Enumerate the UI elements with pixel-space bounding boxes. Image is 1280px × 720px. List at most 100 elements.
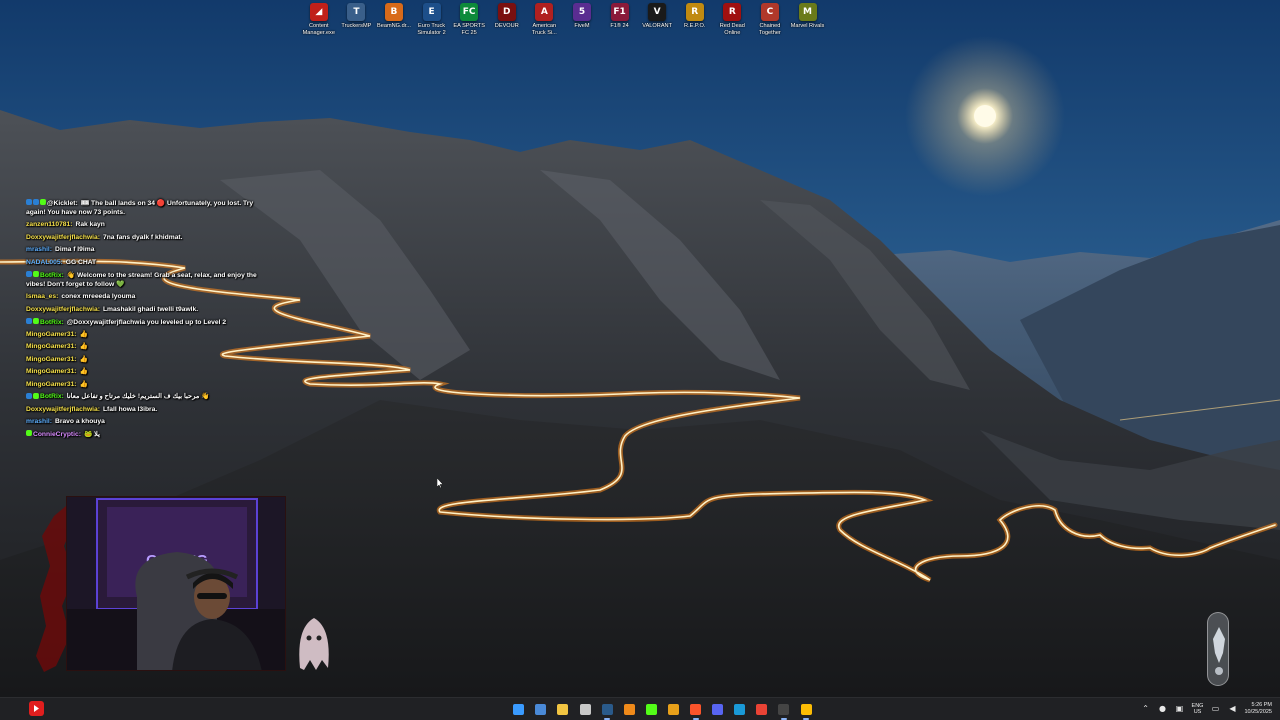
desktop-shortcut-label: American Truck Si...	[531, 23, 557, 36]
chat-text: Lfall howa l3ibra.	[102, 405, 158, 413]
clock[interactable]: 5:26 PM 10/25/2025	[1244, 702, 1272, 716]
language-indicator[interactable]: ENG US	[1192, 703, 1204, 715]
desktop-shortcut[interactable]: D DEVOUR	[488, 3, 526, 36]
chat-username[interactable]: mrashil:	[26, 246, 52, 253]
chat-message: mrashil: Bravo a khouya	[26, 416, 266, 429]
taskbar-app[interactable]	[687, 701, 705, 720]
network-icon[interactable]: ▭	[1210, 704, 1220, 714]
chat-username[interactable]: NADAL005:	[26, 259, 63, 266]
chat-username[interactable]: MingoGamer31:	[26, 331, 77, 338]
valorant-icon: V	[648, 3, 667, 21]
chat-username[interactable]: BotRix:	[40, 272, 64, 279]
chat-username[interactable]: BotRix:	[40, 393, 64, 400]
microphone-icon[interactable]: ●	[1158, 704, 1168, 714]
chat-message: MingoGamer31: 👍	[26, 341, 266, 354]
chat-message: mrashil: Dima f l9ima	[26, 244, 266, 257]
google-chrome-icon	[800, 703, 812, 715]
chevron-up-icon[interactable]: ⌃	[1141, 704, 1151, 714]
chat-username[interactable]: zanzen110781:	[26, 221, 72, 228]
taskbar-app[interactable]	[731, 701, 749, 717]
desktop-shortcut[interactable]: FC EA SPORTS FC 25	[450, 3, 488, 36]
ats-icon: A	[535, 3, 554, 21]
kick-app-icon[interactable]	[29, 701, 44, 716]
taskbar-app[interactable]	[554, 701, 572, 717]
chat-text: conex mreeeda lyouma	[61, 293, 136, 301]
desktop-icon-grid: ◢ Content Manager.exe T TruckersMP B BeamNG.d…	[300, 3, 826, 36]
wolf-emblem-icon	[1213, 627, 1225, 675]
chat-username[interactable]: MingoGamer31:	[26, 356, 77, 363]
desktop-shortcut[interactable]: V VALORANT	[638, 3, 676, 36]
desktop-shortcut-label: Chained Together	[759, 23, 781, 36]
taskbar-app[interactable]	[598, 701, 616, 720]
volume-icon[interactable]: ◀	[1227, 704, 1237, 714]
chat-message: MingoGamer31: 👍	[26, 366, 266, 379]
taskbar-app[interactable]	[665, 701, 683, 717]
desktop-shortcut-label: BeamNG.dr...	[377, 23, 411, 29]
desktop-shortcut[interactable]: C Chained Together	[751, 3, 789, 36]
screen-capture-icon[interactable]: ▣	[1175, 704, 1185, 714]
chat-username[interactable]: Doxxywajitferjflachwia:	[26, 306, 100, 313]
desktop-shortcut[interactable]: B BeamNG.dr...	[375, 3, 413, 36]
chat-text: Dima f l9ima	[55, 246, 95, 254]
chat-badge-icon	[33, 392, 39, 399]
system-tray: ⌃ ● ▣ ENG US ▭ ◀ 5:26 PM 10/25/2025	[1141, 698, 1272, 720]
calendar-app-icon	[535, 703, 547, 715]
desktop-shortcut[interactable]: R R.E.P.O.	[676, 3, 714, 36]
desktop-shortcut[interactable]: A American Truck Si...	[526, 3, 564, 36]
taskbar-app[interactable]	[775, 701, 793, 720]
chat-username[interactable]: MingoGamer31:	[26, 343, 77, 350]
desktop-shortcut[interactable]: F1 F1® 24	[601, 3, 639, 36]
chat-badge-icon	[33, 318, 39, 325]
taskbar-app[interactable]	[510, 701, 528, 717]
taskbar-app[interactable]	[576, 701, 594, 717]
chat-username[interactable]: Ismaa_es:	[26, 293, 58, 300]
chat-message: BotRix: 👋 Welcome to the stream! Grab a s…	[26, 271, 266, 290]
chat-text: 👍	[79, 380, 88, 388]
chat-badge-icon	[26, 430, 32, 437]
chat-badge-icon	[26, 392, 32, 399]
content-manager-icon: ◢	[309, 3, 328, 21]
chat-text: 🐸 يلا	[83, 430, 100, 438]
desktop-shortcut[interactable]: M Marvel Rivals	[789, 3, 827, 36]
taskbar-app[interactable]	[643, 701, 661, 717]
snipping-tool-icon	[579, 703, 591, 715]
marvel-rivals-icon: M	[798, 3, 817, 21]
taskbar-app[interactable]	[532, 701, 550, 717]
chat-username[interactable]: @Kicklet:	[47, 200, 78, 207]
steam-icon	[601, 703, 613, 715]
chat-username[interactable]: MingoGamer31:	[26, 368, 77, 375]
chrome-icon	[756, 703, 768, 715]
taskbar-app[interactable]	[709, 701, 727, 717]
chat-text: 7na fans dyalk f khidmat.	[102, 233, 183, 241]
chat-username[interactable]: Doxxywajitferjflachwia:	[26, 234, 100, 241]
desktop-shortcut[interactable]: T TruckersMP	[338, 3, 376, 36]
chat-message: Doxxywajitferjflachwia: Lfall howa l3ibra…	[26, 404, 266, 417]
chat-username[interactable]: ConnieCryptic:	[33, 431, 81, 438]
chat-username[interactable]: Doxxywajitferjflachwia:	[26, 406, 100, 413]
chat-username[interactable]: BotRix:	[40, 319, 64, 326]
clock-time: 5:26 PM	[1251, 702, 1272, 708]
chat-text: 👍	[79, 368, 88, 376]
chat-username[interactable]: mrashil:	[26, 418, 52, 425]
beamng-icon: B	[384, 3, 403, 21]
chat-text: مرحبا بيك ف الستريم! خليك مرتاح و تفاعل …	[66, 393, 210, 401]
desktop-shortcut-label: TruckersMP	[341, 23, 372, 29]
start-windows-icon	[513, 703, 525, 715]
chained-together-icon: C	[760, 3, 779, 21]
chat-username[interactable]: MingoGamer31:	[26, 381, 77, 388]
rockstar-icon	[667, 703, 679, 715]
desktop-shortcut[interactable]: ◢ Content Manager.exe	[300, 3, 338, 36]
chat-badge-icon	[26, 271, 32, 278]
webcam-overlay: GAMING	[36, 486, 336, 678]
fivem-icon: 5	[572, 3, 591, 21]
desktop-shortcut[interactable]: 5 FiveM	[563, 3, 601, 36]
taskbar-app[interactable]	[797, 701, 815, 720]
desktop-shortcut-label: R.E.P.O.	[684, 23, 706, 29]
desktop-shortcut-label: Marvel Rivals	[790, 23, 825, 29]
desktop-shortcut[interactable]: E Euro Truck Simulator 2	[413, 3, 451, 36]
desktop-shortcut-label: Euro Truck Simulator 2	[417, 23, 446, 36]
desktop-shortcut[interactable]: R Red Dead Online	[714, 3, 752, 36]
taskbar-app[interactable]	[620, 701, 638, 717]
taskbar-app[interactable]	[753, 701, 771, 717]
side-widget-panel[interactable]	[1207, 612, 1229, 686]
